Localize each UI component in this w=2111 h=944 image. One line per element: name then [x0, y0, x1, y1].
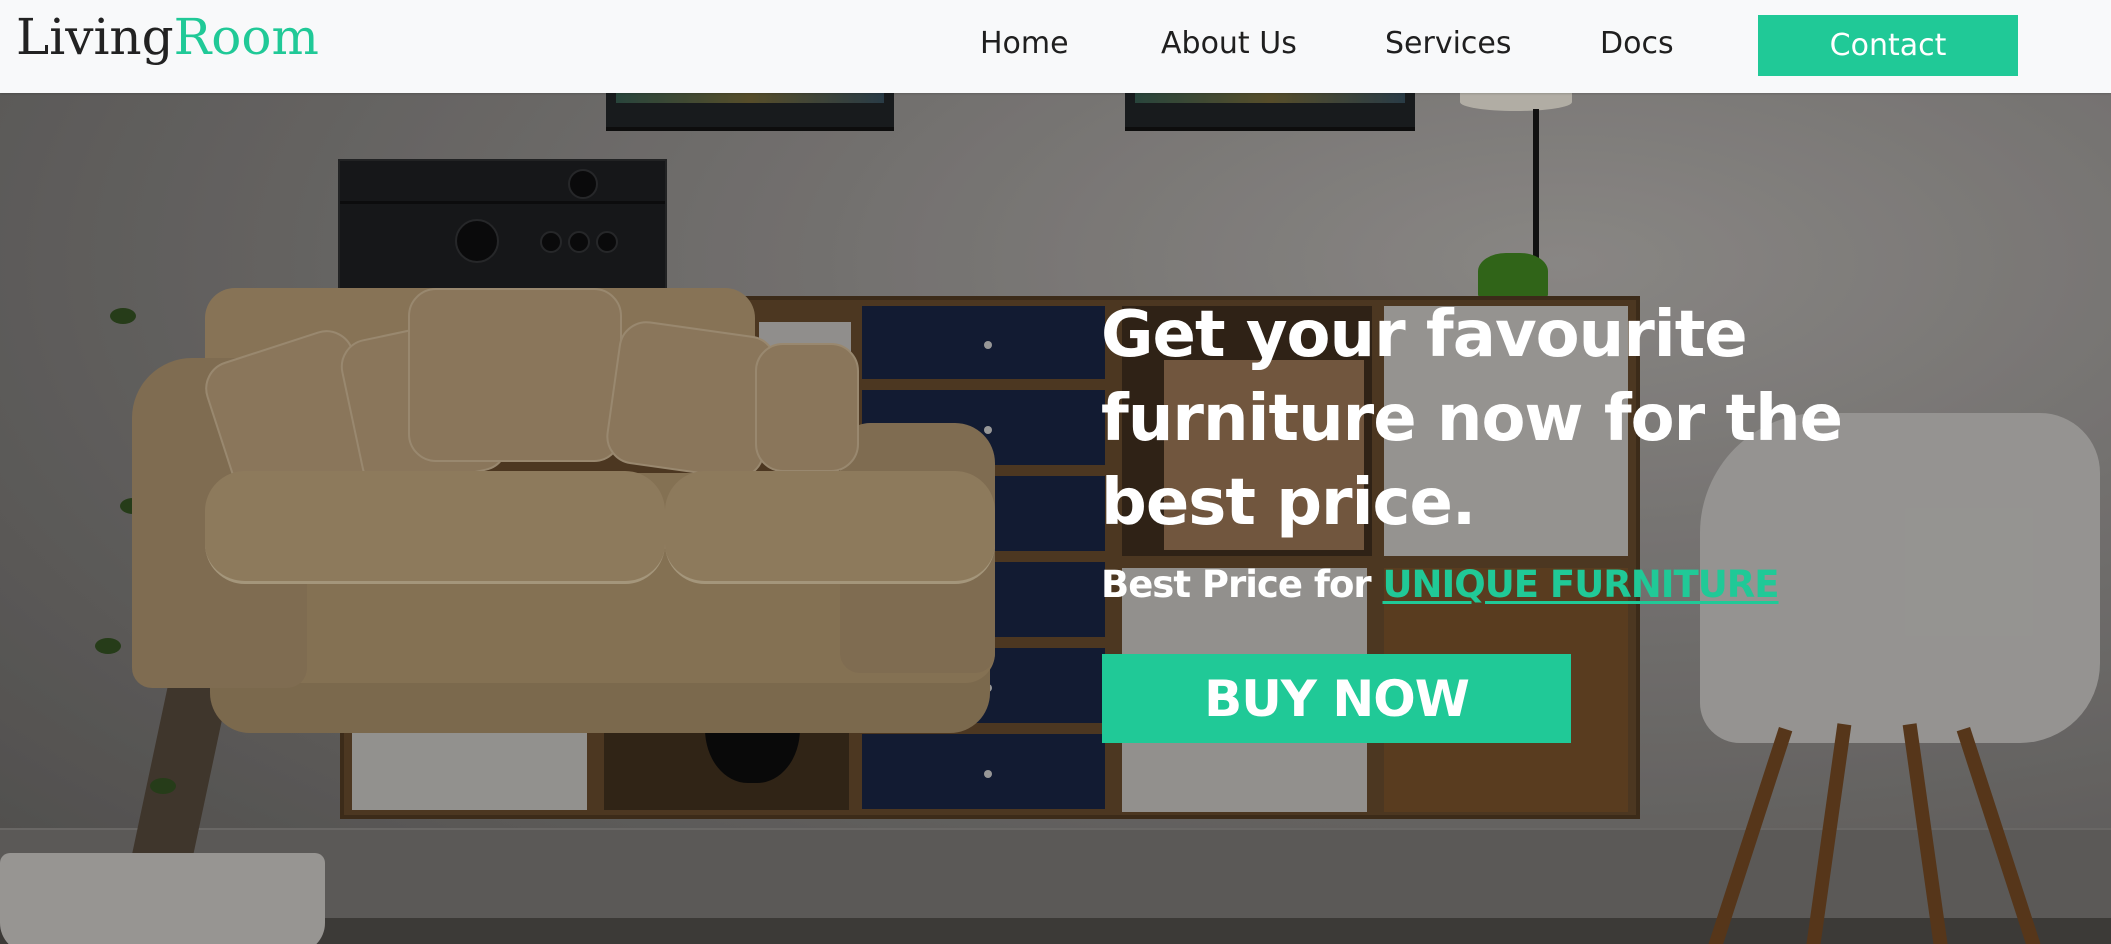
buy-now-button[interactable]: BUY NOW — [1102, 654, 1571, 743]
brand-name-part2: Room — [173, 8, 319, 66]
hero-section: Get your favourite furniture now for the… — [0, 93, 2111, 944]
subline-prefix: Best Price for — [1101, 563, 1383, 606]
brand-logo[interactable]: LivingRoom — [16, 8, 319, 66]
unique-furniture-link[interactable]: UNIQUE FURNITURE — [1383, 563, 1780, 606]
nav-link-docs[interactable]: Docs — [1600, 26, 1674, 61]
contact-button[interactable]: Contact — [1758, 15, 2018, 76]
navbar: LivingRoom Home About Us Services Docs C… — [0, 0, 2111, 93]
nav-link-about-us[interactable]: About Us — [1161, 26, 1297, 61]
hero-subline: Best Price for UNIQUE FURNITURE — [1101, 563, 1780, 606]
brand-name-part1: Living — [16, 8, 174, 66]
hero-headline: Get your favourite furniture now for the… — [1101, 298, 1843, 540]
nav-link-services[interactable]: Services — [1385, 26, 1512, 61]
nav-link-home[interactable]: Home — [980, 26, 1069, 61]
